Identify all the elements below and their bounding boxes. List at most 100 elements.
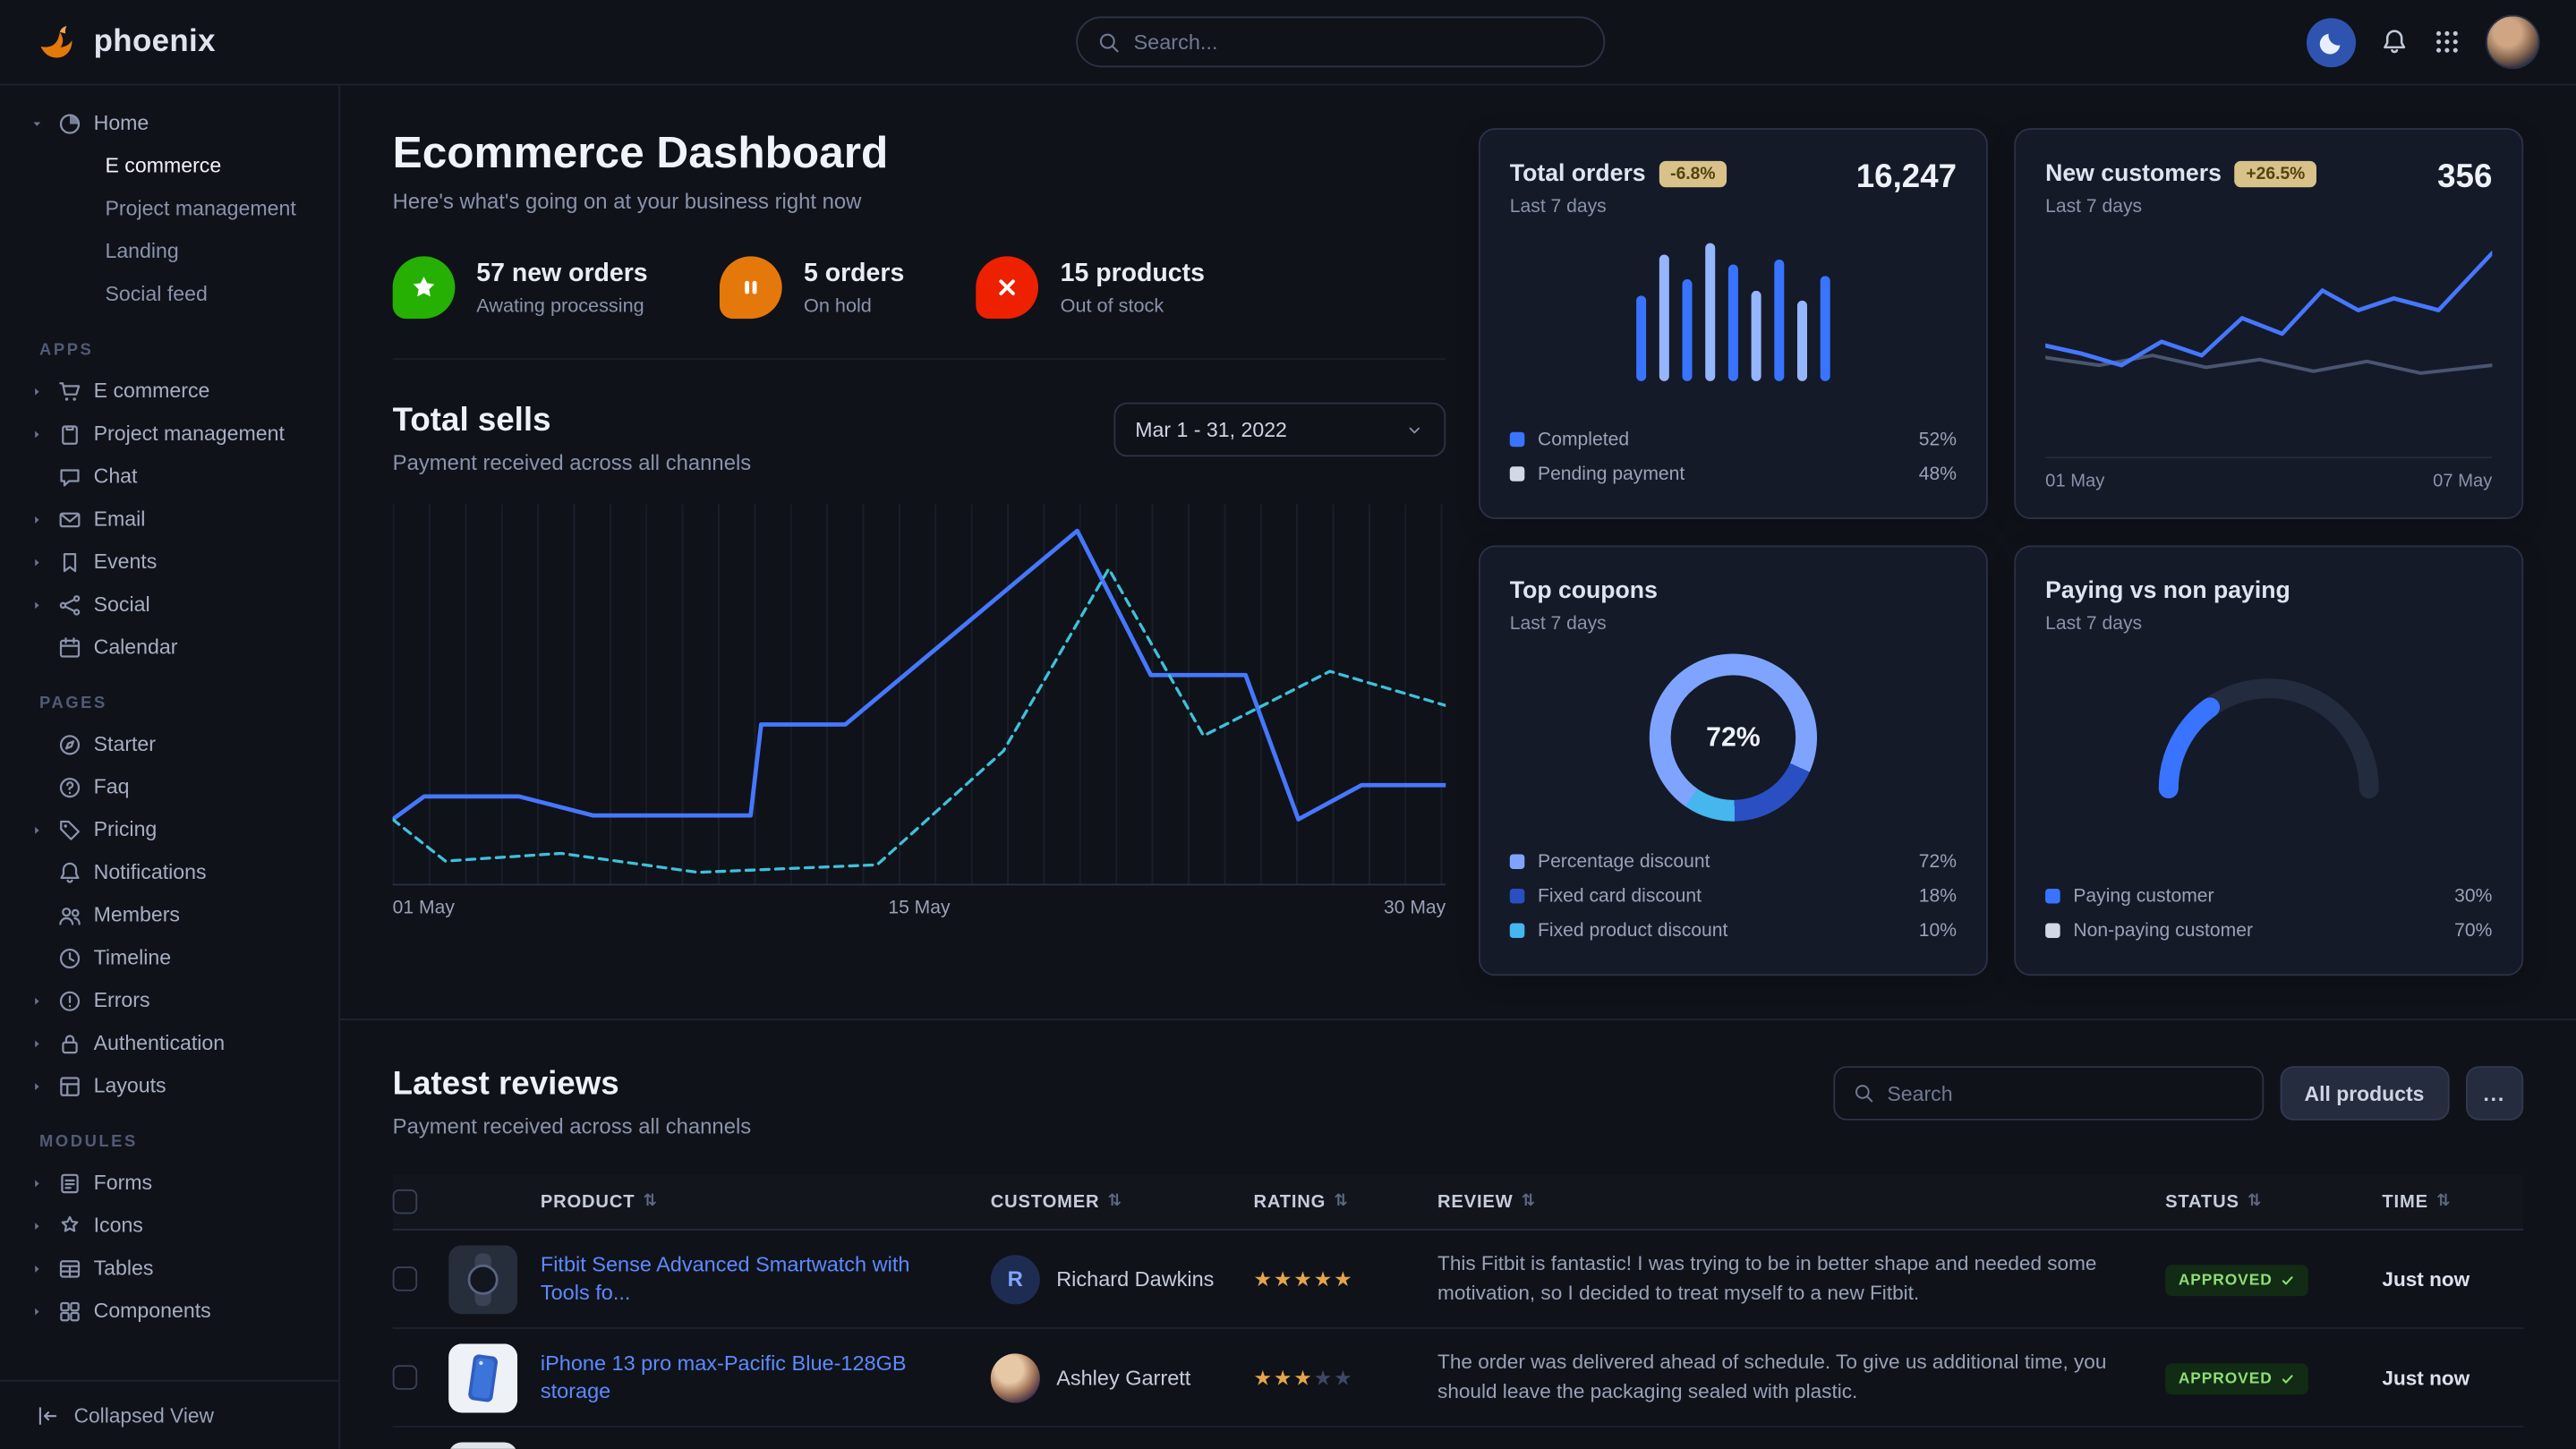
- sidebar-item-components[interactable]: Components: [20, 1290, 319, 1333]
- date-range-value: Mar 1 - 31, 2022: [1135, 418, 1287, 441]
- sidebar-item-chat[interactable]: Chat: [20, 455, 319, 498]
- sidebar-item-project-management[interactable]: Project management: [20, 413, 319, 456]
- star-icon: ★: [1293, 1366, 1312, 1389]
- sidebar-item-email[interactable]: Email: [20, 498, 319, 541]
- collapsed-view-toggle[interactable]: Collapsed View: [0, 1380, 338, 1449]
- bar: [1752, 291, 1761, 381]
- sidebar-section-label: APPS: [30, 342, 309, 360]
- legend-swatch: [1510, 889, 1525, 904]
- total-sells-title: Total sells: [393, 403, 752, 440]
- caret-right-icon: [30, 512, 46, 527]
- stat-5-orders: 5 ordersOn hold: [720, 256, 904, 319]
- sidebar-item-landing[interactable]: Landing: [20, 230, 319, 273]
- sidebar-item-e-commerce[interactable]: E commerce: [20, 370, 319, 413]
- status-label: APPROVED: [2179, 1271, 2273, 1289]
- product-link[interactable]: Fitbit Sense Advanced Smartwatch with To…: [541, 1251, 951, 1306]
- caret-right-icon: [30, 1036, 46, 1051]
- sidebar-item-label: Home: [94, 112, 149, 135]
- row-checkbox[interactable]: [393, 1365, 418, 1390]
- sidebar-item-notifications[interactable]: Notifications: [20, 851, 319, 894]
- global-search[interactable]: [1076, 16, 1605, 67]
- sort-icon: ⇅: [1522, 1193, 1536, 1211]
- sidebar-item-e-commerce[interactable]: E commerce: [20, 145, 319, 188]
- reviews-toolbar: All products ...: [1833, 1066, 2524, 1121]
- review-time: Just now: [2382, 1366, 2523, 1389]
- card-value: 356: [2437, 159, 2492, 197]
- bell-icon: [57, 860, 82, 885]
- sidebar-item-icons[interactable]: Icons: [20, 1204, 319, 1247]
- column-header-customer[interactable]: CUSTOMER⇅: [991, 1192, 1254, 1212]
- bar: [1636, 295, 1646, 380]
- date-range-select[interactable]: Mar 1 - 31, 2022: [1113, 403, 1446, 457]
- sidebar-item-starter[interactable]: Starter: [20, 723, 319, 766]
- sidebar-item-authentication[interactable]: Authentication: [20, 1022, 319, 1065]
- sidebar-item-home[interactable]: Home: [20, 102, 319, 145]
- select-all-checkbox[interactable]: [393, 1189, 418, 1215]
- sort-icon: ⇅: [1334, 1193, 1348, 1211]
- product-image[interactable]: [448, 1244, 517, 1313]
- product-link[interactable]: iPhone 13 pro max-Pacific Blue-128GB sto…: [541, 1351, 951, 1405]
- column-header-review[interactable]: REVIEW⇅: [1437, 1192, 2165, 1212]
- legend-item: Fixed card discount18%: [1510, 879, 1957, 914]
- reviews-table-header: PRODUCT⇅CUSTOMER⇅RATING⇅REVIEW⇅STATUS⇅TI…: [393, 1174, 2524, 1230]
- tag-icon: [57, 817, 82, 842]
- column-header-status[interactable]: STATUS⇅: [2165, 1192, 2382, 1212]
- legend-item: Non-paying customer70%: [2045, 914, 2492, 949]
- customer-avatar[interactable]: [991, 1353, 1040, 1402]
- card-period: Last 7 days: [2045, 197, 2316, 217]
- bar: [1728, 265, 1738, 381]
- sidebar-item-members[interactable]: Members: [20, 893, 319, 936]
- sidebar-item-project-management[interactable]: Project management: [20, 187, 319, 230]
- sidebar-item-social[interactable]: Social: [20, 584, 319, 626]
- stat-subtitle: Awating processing: [476, 294, 647, 317]
- sidebar-item-faq[interactable]: Faq: [20, 765, 319, 808]
- mail-icon: [57, 507, 82, 532]
- reviews-search-input[interactable]: [1887, 1082, 2243, 1105]
- compass-icon: [57, 732, 82, 757]
- user-avatar[interactable]: [2486, 15, 2540, 70]
- column-header-rating[interactable]: RATING⇅: [1253, 1192, 1437, 1212]
- sidebar-item-pricing[interactable]: Pricing: [20, 808, 319, 851]
- sidebar-item-errors[interactable]: Errors: [20, 979, 319, 1022]
- sidebar-item-social-feed[interactable]: Social feed: [20, 273, 319, 316]
- all-products-button[interactable]: All products: [2280, 1066, 2449, 1121]
- product-image[interactable]: [448, 1442, 517, 1449]
- more-options-button[interactable]: ...: [2465, 1066, 2523, 1121]
- column-header-product[interactable]: PRODUCT⇅: [448, 1192, 991, 1212]
- bell-icon: [2381, 28, 2409, 55]
- x-icon: [977, 256, 1039, 319]
- card-period: Last 7 days: [1510, 197, 1727, 217]
- sidebar-item-timeline[interactable]: Timeline: [20, 936, 319, 979]
- row-checkbox[interactable]: [393, 1266, 418, 1291]
- notifications-button[interactable]: [2381, 28, 2409, 55]
- sidebar-item-tables[interactable]: Tables: [20, 1247, 319, 1290]
- caret-right-icon: [30, 384, 46, 399]
- top-coupons-card: Top coupons Last 7 days 72% Percentage d…: [1479, 545, 1988, 976]
- status-badge: APPROVED: [2165, 1264, 2308, 1295]
- star-icon: ★: [1293, 1267, 1312, 1291]
- sidebar-item-label: Chat: [94, 465, 138, 488]
- brand[interactable]: phoenix: [36, 21, 216, 64]
- sidebar-item-layouts[interactable]: Layouts: [20, 1064, 319, 1107]
- column-header-time[interactable]: TIME⇅: [2382, 1192, 2523, 1212]
- legend-swatch: [1510, 924, 1525, 939]
- customer-avatar[interactable]: R: [991, 1254, 1040, 1303]
- sidebar-item-calendar[interactable]: Calendar: [20, 626, 319, 669]
- sidebar-item-label: Events: [94, 550, 158, 574]
- search-input[interactable]: [1133, 30, 1583, 55]
- product-image[interactable]: [448, 1342, 517, 1411]
- star-icon: ★: [1274, 1267, 1292, 1291]
- sidebar-item-forms[interactable]: Forms: [20, 1162, 319, 1205]
- paying-vs-nonpaying-card: Paying vs non paying Last 7 days Paying …: [2014, 545, 2523, 976]
- stat-57-new-orders: 57 new ordersAwating processing: [393, 256, 648, 319]
- legend-value: 70%: [2454, 921, 2492, 941]
- apps-grid-button[interactable]: [2433, 28, 2461, 55]
- sidebar-item-label: Forms: [94, 1172, 153, 1195]
- theme-toggle-button[interactable]: [2307, 17, 2356, 66]
- check-icon: [2281, 1371, 2296, 1386]
- reviews-search[interactable]: [1833, 1066, 2264, 1121]
- column-label: STATUS: [2165, 1192, 2239, 1212]
- components-icon: [57, 1299, 82, 1324]
- rating-stars: ★★★★★: [1253, 1363, 1437, 1393]
- sidebar-item-events[interactable]: Events: [20, 541, 319, 584]
